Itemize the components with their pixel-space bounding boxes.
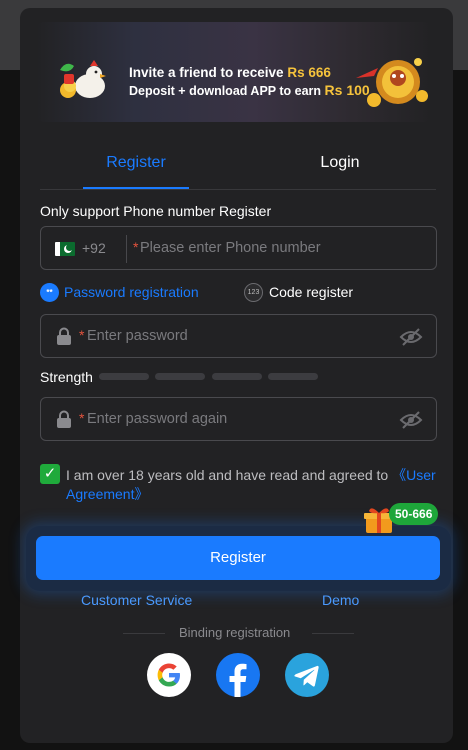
strength-segment (268, 373, 318, 380)
demo-link[interactable]: Demo (322, 592, 359, 608)
code-mode-icon: 123 (244, 283, 263, 302)
facebook-icon (229, 663, 247, 697)
chicken-coins-icon (60, 60, 106, 98)
promo-badge: 50-666 (389, 503, 439, 525)
country-code[interactable]: +92 (82, 240, 106, 256)
lock-icon (57, 410, 71, 428)
agreement-checkbox[interactable]: ✓ (40, 464, 60, 484)
password-registration-label: Password registration (64, 284, 199, 300)
agreement-statement: I am over 18 years old and have read and… (66, 467, 393, 483)
agreement-text: I am over 18 years old and have read and… (66, 466, 438, 504)
google-icon (157, 663, 180, 687)
code-register-label: Code register (269, 284, 354, 300)
lock-icon (57, 327, 71, 345)
banner-deposit-text: Deposit + download APP to earn Rs 100 (129, 82, 370, 98)
binding-registration-label: Binding registration (179, 625, 291, 640)
tabs-divider (40, 189, 436, 190)
register-button[interactable]: Register (36, 536, 440, 580)
telegram-icon (294, 665, 319, 687)
strength-segment (155, 373, 205, 380)
strength-segment (212, 373, 262, 380)
phone-input[interactable] (140, 227, 430, 269)
banner-invite-amount: Rs 666 (287, 65, 331, 80)
telegram-login-button[interactable] (285, 653, 329, 697)
confirm-password-field: * (40, 397, 437, 441)
google-login-button[interactable] (147, 653, 191, 697)
customer-service-link[interactable]: Customer Service (81, 592, 192, 608)
required-mark: * (79, 410, 85, 426)
tab-login[interactable]: Login (300, 154, 380, 172)
strength-segment (99, 373, 149, 380)
register-subheading: Only support Phone number Register (40, 203, 272, 219)
pakistan-flag-icon[interactable] (55, 242, 75, 256)
eye-off-icon[interactable] (399, 410, 423, 430)
tab-register[interactable]: Register (83, 154, 189, 172)
required-mark: * (79, 327, 85, 343)
binding-divider-left (123, 633, 165, 634)
promo-banner[interactable]: Invite a friend to receive Rs 666 Deposi… (36, 22, 432, 122)
mascot-coins-icon (356, 58, 428, 107)
password-input[interactable] (87, 315, 387, 357)
phone-field: +92 * (40, 226, 437, 270)
strength-label: Strength (40, 369, 93, 385)
field-separator (126, 235, 127, 263)
facebook-login-button[interactable] (216, 653, 260, 697)
eye-off-icon[interactable] (399, 327, 423, 347)
password-mode-icon: ** (40, 283, 59, 302)
banner-invite-text: Invite a friend to receive Rs 666 (129, 65, 331, 80)
required-mark: * (133, 239, 139, 255)
binding-divider-right (312, 633, 354, 634)
password-field: * (40, 314, 437, 358)
confirm-password-input[interactable] (87, 398, 387, 440)
